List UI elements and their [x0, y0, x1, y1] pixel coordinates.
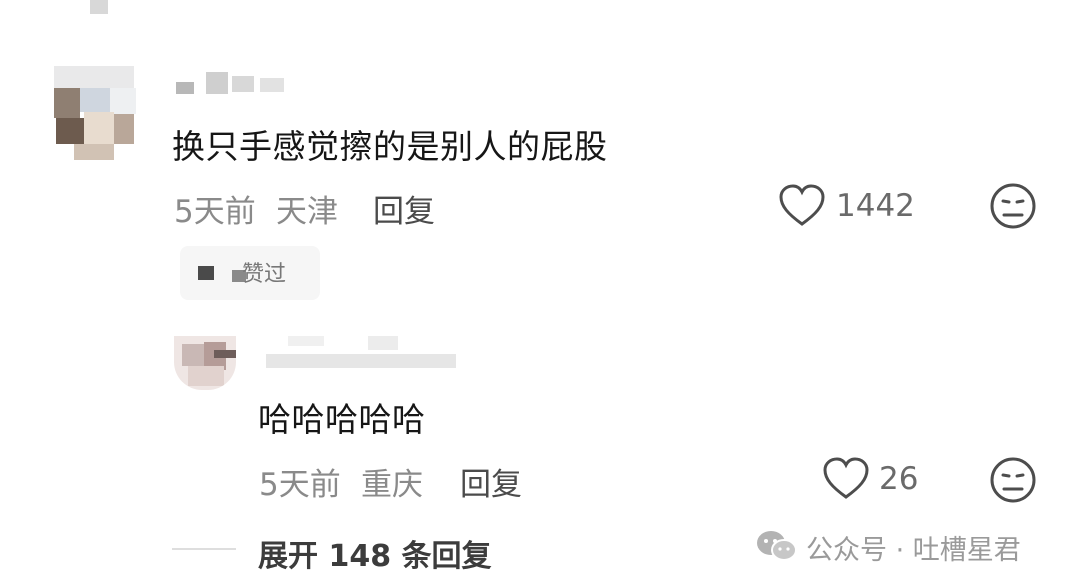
expand-divider [172, 548, 236, 550]
comment-location: 天津 [276, 194, 338, 230]
comment-age: 5天前 [174, 194, 256, 230]
heart-outline-icon[interactable] [778, 184, 826, 232]
wechat-icon [756, 529, 798, 567]
reply-location: 重庆 [361, 467, 423, 503]
reply-avatar[interactable] [174, 336, 236, 390]
liked-by-author-label: 赞过 [242, 262, 287, 287]
reply-reply-button[interactable]: 回复 [460, 459, 522, 504]
neutral-face-icon[interactable] [989, 182, 1037, 234]
commenter-username-blurred[interactable] [176, 68, 288, 98]
like-count: 1442 [836, 188, 915, 224]
watermark-label: 公众号 · 吐槽星君 [806, 535, 1021, 566]
reply-text: 哈哈哈哈哈 [258, 400, 426, 439]
watermark: 公众号 · 吐槽星君 [756, 528, 1021, 567]
expand-replies-button[interactable]: 展开 148 条回复 [258, 531, 492, 575]
comment-reply-button[interactable]: 回复 [373, 186, 435, 231]
cropped-avatar-remnant [90, 0, 108, 14]
heart-outline-icon[interactable] [822, 457, 870, 505]
reply-username-blurred[interactable] [258, 336, 468, 370]
neutral-face-icon[interactable] [989, 456, 1037, 508]
comment-text: 换只手感觉擦的是别人的屁股 [172, 127, 608, 166]
reply-like-count: 26 [879, 461, 919, 497]
commenter-avatar[interactable] [44, 60, 142, 160]
liked-by-author-badge: 赞过 [180, 246, 320, 300]
reply-age: 5天前 [259, 467, 341, 503]
